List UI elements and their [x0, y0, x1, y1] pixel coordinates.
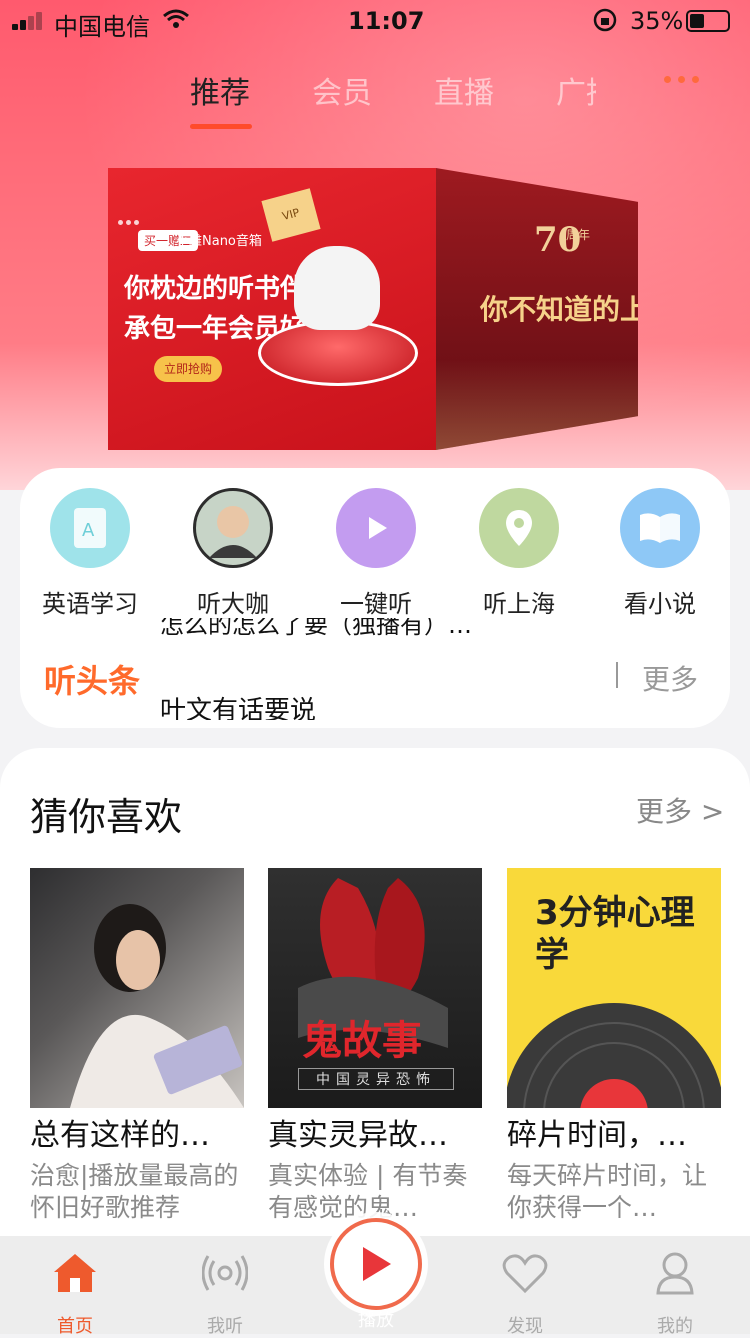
- album-cover[interactable]: [30, 868, 244, 1108]
- tab-live[interactable]: 直播: [434, 68, 494, 112]
- album-card[interactable]: 总有这样的… 治愈|播放量最高的怀旧好歌推荐: [30, 868, 244, 1224]
- album-title[interactable]: 总有这样的…: [30, 1110, 244, 1154]
- section-more-link[interactable]: 更多 >: [636, 790, 724, 830]
- radio-wave-icon: [175, 1250, 275, 1296]
- play-icon: [336, 488, 416, 568]
- quick-shanghai-label: 听上海: [483, 590, 555, 618]
- carrier-label: 中国电信: [54, 13, 150, 41]
- tabbar-listen[interactable]: 我听: [175, 1250, 275, 1338]
- headline-divider: [616, 662, 618, 688]
- battery-percent: 35%: [630, 7, 684, 35]
- svg-text:A: A: [82, 520, 95, 541]
- home-icon: [25, 1250, 125, 1296]
- quick-novel-label: 看小说: [624, 590, 696, 618]
- headline-logo[interactable]: 听头条: [44, 656, 140, 702]
- album-title[interactable]: 碎片时间，…: [507, 1110, 721, 1154]
- album-cover[interactable]: 鬼故事 中国灵异恐怖: [268, 868, 482, 1108]
- skyline-image: [436, 360, 638, 450]
- tabbar-play-label: 播放: [358, 1310, 394, 1331]
- album-card[interactable]: 3分钟心理学 碎片时间，… 每天碎片时间，让你获得一个…: [507, 868, 721, 1224]
- banner-side-title: 你不知道的上海: [480, 293, 638, 326]
- battery-icon: [686, 10, 730, 32]
- heart-icon: [475, 1250, 575, 1296]
- guess-you-like-section: 猜你喜欢 更多 > 总有这样的… 治愈|播放量最高的怀旧好歌推荐 鬼故事 中国灵…: [0, 748, 750, 1248]
- tab-vip[interactable]: 会员: [312, 68, 372, 112]
- anniversary-badge-sub: 周年: [566, 228, 591, 242]
- wifi-icon: [162, 8, 190, 36]
- album-title[interactable]: 真实灵异故…: [268, 1110, 482, 1154]
- cover-subtitle: 中国灵异恐怖: [298, 1068, 454, 1090]
- tabbar-home-label: 首页: [57, 1316, 93, 1337]
- carousel-dots: [118, 210, 142, 229]
- banner-brand: 小雅Nano音箱: [176, 234, 262, 249]
- tabbar-listen-label: 我听: [207, 1316, 243, 1337]
- buy-now-button[interactable]: 立即抢购: [154, 356, 222, 382]
- tab-recommend[interactable]: 推荐: [190, 68, 250, 112]
- play-icon: [363, 1247, 391, 1281]
- quick-one-tap[interactable]: 一键听: [321, 488, 431, 619]
- speaker-image: [294, 246, 380, 330]
- tabbar-discover-label: 发现: [507, 1316, 543, 1337]
- clock: 11:07: [348, 7, 425, 35]
- headline-current-item[interactable]: 叶文有话要说: [160, 690, 580, 720]
- quick-novel[interactable]: 看小说: [605, 488, 715, 619]
- tabbar-mine[interactable]: 我的: [625, 1250, 725, 1338]
- open-book-icon: [620, 488, 700, 568]
- tabbar-home[interactable]: 首页: [25, 1250, 125, 1338]
- tab-active-indicator: [190, 124, 252, 129]
- more-tabs-icon[interactable]: [664, 70, 704, 90]
- tab-broadcast[interactable]: 广播: [556, 68, 596, 112]
- location-pin-icon: [479, 488, 559, 568]
- cover-title: 3分钟心理学: [535, 893, 695, 975]
- section-title: 猜你喜欢: [30, 795, 183, 839]
- banner-front-panel[interactable]: 买一赠二 小雅Nano音箱 VIP 你枕边的听书伴侣 承包一年会员好书 立即抢购: [108, 168, 436, 450]
- vip-card-image: VIP: [261, 188, 321, 242]
- album-cover[interactable]: 3分钟心理学: [507, 868, 721, 1108]
- celebrity-avatar: [193, 488, 273, 568]
- top-tabs: 推荐 会员 直播 广播: [0, 60, 750, 130]
- album-subtitle: 治愈|播放量最高的怀旧好歌推荐: [30, 1161, 239, 1222]
- rotation-lock-icon: [592, 7, 618, 39]
- headline-more-link[interactable]: 更多: [642, 658, 698, 698]
- quick-celebrity-label: 听大咖: [197, 590, 269, 618]
- quick-english-label: 英语学习: [42, 590, 138, 618]
- status-bar: 中国电信 11:07 35%: [0, 0, 750, 44]
- promo-banner[interactable]: 买一赠二 小雅Nano音箱 VIP 你枕边的听书伴侣 承包一年会员好书 立即抢购…: [108, 168, 638, 450]
- user-icon: [625, 1250, 725, 1296]
- quick-shanghai[interactable]: 听上海: [464, 488, 574, 619]
- quick-celebrity[interactable]: 听大咖: [178, 488, 288, 619]
- signal-icon: [12, 10, 48, 30]
- english-book-icon: A: [50, 488, 130, 568]
- tabbar-discover[interactable]: 发现: [475, 1250, 575, 1338]
- tabbar-mine-label: 我的: [657, 1316, 693, 1337]
- headline-prev-item: 怎么的怎么了要（独播有）…: [160, 618, 472, 638]
- tabbar-play-button[interactable]: [330, 1218, 422, 1310]
- banner-side-panel[interactable]: 70 周年 你不知道的上海: [436, 168, 638, 450]
- album-subtitle: 真实体验 | 有节奏有感觉的鬼…: [268, 1161, 468, 1222]
- quick-one-tap-label: 一键听: [340, 590, 412, 618]
- album-card[interactable]: 鬼故事 中国灵异恐怖 真实灵异故… 真实体验 | 有节奏有感觉的鬼…: [268, 868, 482, 1224]
- quick-entry-panel: A 英语学习 听大咖 一键听 听上海 看小说 怎么的怎么了要（独播有）… 听头条…: [20, 468, 730, 728]
- quick-english[interactable]: A 英语学习: [35, 488, 145, 619]
- album-subtitle: 每天碎片时间，让你获得一个…: [507, 1161, 708, 1222]
- cover-title: 鬼故事: [302, 1017, 422, 1064]
